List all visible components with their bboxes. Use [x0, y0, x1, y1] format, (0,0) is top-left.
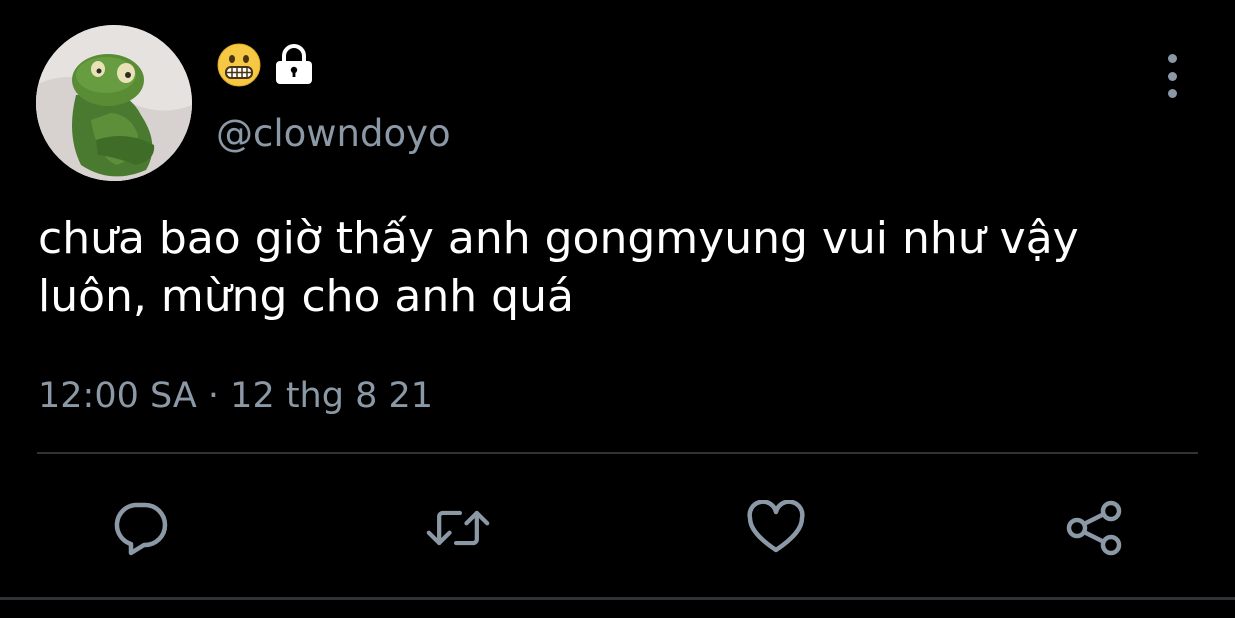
retweet-button[interactable]: [426, 496, 490, 560]
user-handle[interactable]: @clowndoyo: [216, 112, 451, 156]
more-vertical-icon[interactable]: [1156, 54, 1188, 98]
frog-plush-image: [36, 25, 192, 181]
more-dot: [1167, 71, 1177, 81]
like-button[interactable]: [744, 496, 808, 560]
avatar[interactable]: [36, 25, 192, 181]
lock-icon: [276, 44, 312, 84]
divider: [37, 452, 1198, 454]
tweet-text: chưa bao giờ thấy anh gongmyung vui như …: [38, 213, 1079, 322]
share-icon: [1066, 500, 1122, 556]
tweet-timestamp[interactable]: 12:00 SA · 12 thg 8 21: [38, 374, 433, 418]
more-dot: [1167, 54, 1177, 63]
retweet-icon: [426, 510, 490, 546]
display-name-row: [216, 42, 316, 88]
more-dot: [1167, 89, 1177, 98]
bottom-divider: [0, 597, 1235, 600]
share-button[interactable]: [1062, 496, 1126, 560]
tweet-card: @clowndoyo chưa bao giờ thấy anh gongmyu…: [0, 0, 1235, 618]
reply-button[interactable]: [108, 496, 172, 560]
grimacing-face-emoji-icon: [217, 43, 261, 87]
speech-bubble-icon: [114, 502, 168, 556]
heart-icon: [747, 500, 805, 553]
